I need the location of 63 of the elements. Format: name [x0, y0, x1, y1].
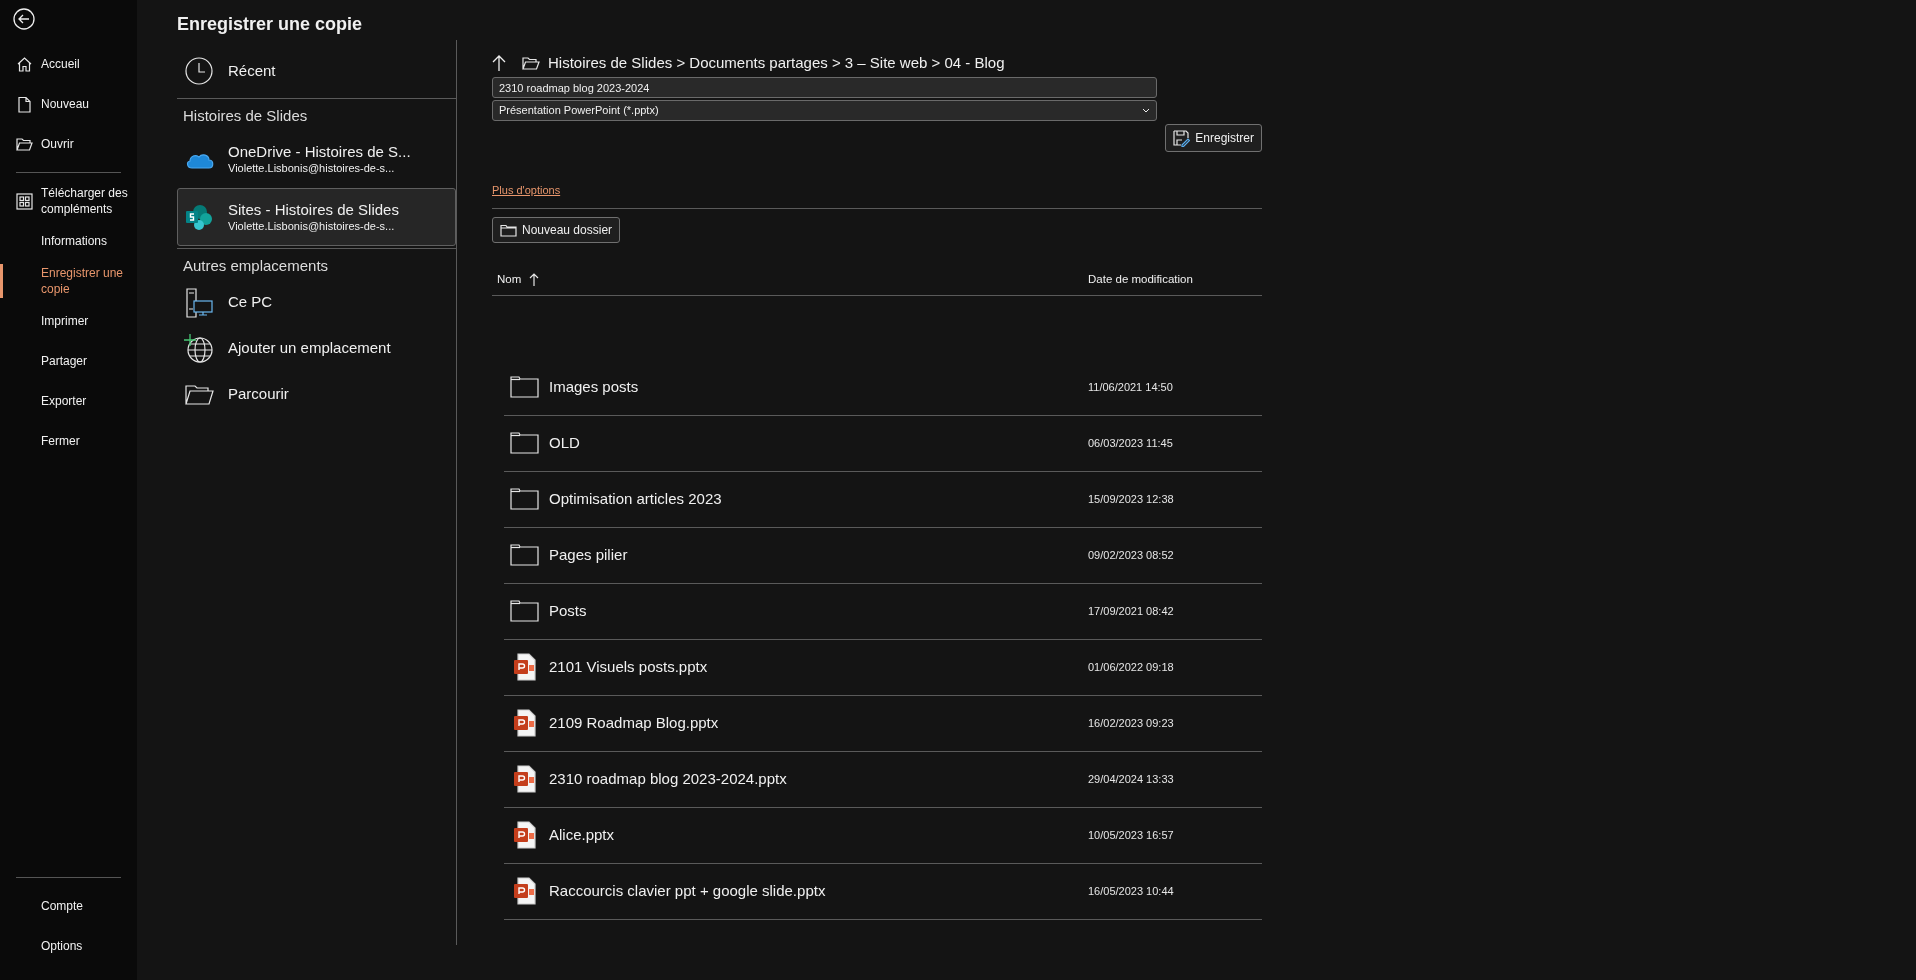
- back-button[interactable]: [13, 8, 35, 30]
- file-row[interactable]: OLD 06/03/2023 11:45: [504, 415, 1262, 472]
- sidebar-item[interactable]: Ouvrir: [0, 124, 137, 164]
- column-header[interactable]: Nom: [497, 271, 1088, 289]
- clock-icon: [184, 56, 214, 86]
- folder-icon: [510, 600, 539, 622]
- presentation-file-icon: [513, 709, 536, 737]
- location-item[interactable]: Récent: [177, 48, 456, 94]
- file-row[interactable]: Alice.pptx 10/05/2023 16:57: [504, 807, 1262, 864]
- folder-icon: [510, 488, 539, 510]
- file-row[interactable]: 2109 Roadmap Blog.pptx 16/02/2023 09:23: [504, 695, 1262, 752]
- file-name-field[interactable]: 2310 roadmap blog 2023-2024: [492, 77, 1157, 98]
- folder-icon: [16, 135, 33, 153]
- file-row[interactable]: 2101 Visuels posts.pptx 01/06/2022 09:18: [504, 639, 1262, 696]
- folder-icon: [510, 544, 539, 566]
- folder-icon: [510, 376, 539, 398]
- sidebar-item[interactable]: Enregistrer une copie: [0, 261, 137, 301]
- file-row[interactable]: Images posts 11/06/2021 14:50: [504, 359, 1262, 416]
- folder-icon: [184, 382, 214, 406]
- sidebar-item[interactable]: Fermer: [0, 421, 137, 461]
- presentation-file-icon: [513, 877, 536, 905]
- sidebar-item[interactable]: Exporter: [0, 381, 137, 421]
- up-button[interactable]: [492, 54, 506, 72]
- save-button[interactable]: Enregistrer: [1165, 124, 1262, 152]
- folder-icon: [500, 223, 517, 237]
- location-item[interactable]: OneDrive - Histoires de S... Violette.Lisbonis@histoires-de-s...: [177, 129, 456, 188]
- computer-icon: [184, 286, 214, 318]
- chevron-down-icon: [1142, 108, 1150, 113]
- sidebar-item[interactable]: Options: [0, 926, 137, 966]
- home-icon: [16, 55, 33, 73]
- file-row[interactable]: Optimisation articles 2023 15/09/2023 12:38: [504, 471, 1262, 528]
- location-item[interactable]: Parcourir: [177, 371, 456, 417]
- location-item[interactable]: Ce PC: [177, 279, 456, 325]
- presentation-file-icon: [513, 653, 536, 681]
- file-row[interactable]: Posts 17/09/2021 08:42: [504, 583, 1262, 640]
- document-icon: [16, 95, 33, 113]
- location-item[interactable]: Ajouter un emplacement: [177, 325, 456, 371]
- sidebar-item[interactable]: Partager: [0, 341, 137, 381]
- location-item[interactable]: Sites - Histoires de Slides Violette.Lisbonis@histoires-de-s...: [177, 187, 456, 246]
- folder-icon: [522, 55, 540, 71]
- section-heading: Histoires de Slides: [177, 98, 456, 130]
- sidebar-item[interactable]: Compte: [0, 886, 137, 926]
- globe-icon: [184, 333, 214, 363]
- breadcrumb-path: Histoires de Slides > Documents partages > 3 – Site web > 04 - Blog: [548, 52, 1005, 73]
- more-options-link[interactable]: Plus d'options: [492, 182, 561, 199]
- save-icon: [1173, 129, 1191, 147]
- sidebar-item[interactable]: Nouveau: [0, 84, 137, 124]
- grid-icon: [16, 192, 33, 210]
- presentation-file-icon: [513, 821, 536, 849]
- sidebar-item[interactable]: Informations: [0, 221, 137, 261]
- file-row[interactable]: Pages pilier 09/02/2023 08:52: [504, 527, 1262, 584]
- file-row[interactable]: 2310 roadmap blog 2023-2024.pptx 29/04/2024 13:33: [504, 751, 1262, 808]
- sidebar-item[interactable]: Accueil: [0, 44, 137, 84]
- new-folder-button[interactable]: Nouveau dossier: [492, 217, 621, 243]
- section-heading: Autres emplacements: [177, 247, 456, 279]
- page-title: Enregistrer une copie: [177, 14, 364, 36]
- sidebar-item[interactable]: Imprimer: [0, 301, 137, 341]
- file-type-dropdown[interactable]: Présentation PowerPoint (*.pptx): [492, 100, 1157, 121]
- sidebar-item[interactable]: Télécharger des compléments: [0, 181, 137, 221]
- presentation-file-icon: [513, 765, 536, 793]
- column-header[interactable]: Date de modification: [1088, 271, 1262, 289]
- file-row[interactable]: Raccourcis clavier ppt + google slide.pptx 16/05/2023 10:44: [504, 863, 1262, 920]
- folder-icon: [510, 432, 539, 454]
